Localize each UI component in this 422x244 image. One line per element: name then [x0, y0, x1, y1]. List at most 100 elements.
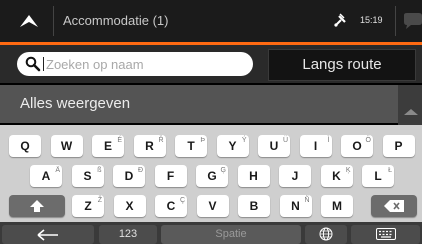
gps-satellite-icon — [334, 13, 346, 27]
key-x[interactable]: X — [113, 195, 146, 217]
key-label: A — [41, 169, 51, 183]
key-accent-hint: Ž — [97, 197, 102, 204]
scroll-up-button[interactable] — [400, 87, 422, 123]
along-route-button[interactable]: Langs route — [268, 49, 416, 81]
key-label: F — [166, 169, 175, 183]
speech-bubble-icon — [404, 13, 422, 29]
key-accent-hint: Ģ — [220, 167, 226, 174]
key-label: P — [394, 139, 403, 153]
key-label: V — [208, 199, 217, 213]
key-l[interactable]: LŁ — [362, 165, 394, 187]
key-t[interactable]: TÞ — [175, 135, 207, 157]
key-v[interactable]: V — [196, 195, 229, 217]
key-label: B — [249, 199, 259, 213]
shift-key[interactable] — [9, 195, 65, 217]
key-accent-hint: Ö — [365, 137, 371, 144]
page-title: Accommodatie (1) — [63, 13, 169, 28]
key-accent-hint: Ä — [55, 167, 60, 174]
divider — [395, 6, 396, 36]
key-label: E — [103, 139, 112, 153]
scroll-up-icon — [404, 109, 418, 115]
key-label: O — [352, 139, 362, 153]
key-g[interactable]: GĢ — [196, 165, 228, 187]
key-h[interactable]: H — [237, 165, 270, 187]
key-label: H — [249, 169, 258, 183]
key-label: T — [187, 139, 195, 153]
numbers-key[interactable]: 123 — [99, 225, 157, 244]
key-f[interactable]: F — [154, 165, 187, 187]
key-accent-hint: Ł — [388, 167, 392, 174]
text-caret — [43, 57, 44, 71]
key-label: S — [83, 169, 92, 183]
key-accent-hint: Ç — [179, 197, 185, 204]
hide-keyboard-button[interactable] — [2, 225, 94, 244]
backspace-key[interactable] — [371, 195, 417, 217]
key-j[interactable]: J — [279, 165, 311, 187]
key-accent-hint: ß — [97, 167, 102, 174]
messages-button[interactable] — [402, 12, 422, 30]
key-r[interactable]: RŘ — [133, 135, 166, 157]
language-key[interactable] — [305, 225, 347, 244]
keyboard-switch-key[interactable] — [351, 225, 420, 244]
search-box[interactable] — [17, 52, 253, 76]
key-label: Z — [84, 199, 92, 213]
key-e[interactable]: EÉ — [92, 135, 124, 157]
key-label: K — [332, 169, 341, 183]
key-accent-hint: Ü — [282, 137, 288, 144]
key-o[interactable]: OÖ — [341, 135, 373, 157]
keyboard-icon — [375, 228, 396, 240]
search-row: Langs route — [0, 45, 422, 83]
list-item[interactable]: Alles weergeven — [0, 85, 398, 123]
key-label: X — [125, 199, 134, 213]
key-k[interactable]: KĶ — [320, 165, 353, 187]
key-accent-hint: Ñ — [304, 197, 310, 204]
backspace-icon — [384, 200, 404, 212]
key-q[interactable]: Q — [9, 135, 41, 157]
space-key[interactable]: Spatie — [161, 225, 301, 244]
shift-icon — [30, 200, 44, 212]
key-label: D — [124, 169, 134, 183]
key-label: N — [291, 199, 300, 213]
key-u[interactable]: UÜ — [258, 135, 290, 157]
key-label: L — [374, 169, 382, 183]
clock: 15:19 — [360, 15, 383, 25]
key-y[interactable]: YÝ — [216, 135, 249, 157]
back-button[interactable] — [18, 10, 40, 32]
key-c[interactable]: CÇ — [155, 195, 187, 217]
key-d[interactable]: DÐ — [113, 165, 145, 187]
key-label: C — [166, 199, 176, 213]
key-accent-hint: Ř — [158, 137, 164, 144]
globe-icon — [319, 227, 333, 241]
key-label: U — [269, 139, 279, 153]
key-accent-hint: Ý — [241, 137, 247, 144]
key-m[interactable]: M — [321, 195, 353, 217]
key-i[interactable]: IÌ — [299, 135, 332, 157]
key-w[interactable]: W — [50, 135, 83, 157]
key-label: R — [145, 139, 154, 153]
key-accent-hint: Þ — [200, 137, 205, 144]
key-p[interactable]: P — [382, 135, 415, 157]
key-label: Y — [228, 139, 237, 153]
search-input[interactable] — [46, 54, 246, 74]
key-label: J — [291, 169, 299, 183]
key-s[interactable]: Sß — [71, 165, 104, 187]
key-label: W — [60, 139, 73, 153]
key-a[interactable]: AÄ — [30, 165, 62, 187]
key-label: Q — [20, 139, 30, 153]
gps-status — [332, 13, 348, 29]
key-accent-hint: Ķ — [345, 167, 351, 174]
left-arrow-icon — [37, 229, 58, 241]
key-label: M — [332, 199, 342, 213]
divider — [53, 6, 54, 36]
key-b[interactable]: B — [238, 195, 270, 217]
up-arrow-icon — [20, 15, 38, 27]
title-bar: Accommodatie (1) 15:19 — [0, 0, 422, 42]
key-accent-hint: Ð — [137, 167, 143, 174]
key-label: I — [313, 139, 318, 153]
key-accent-hint: Ì — [327, 137, 330, 144]
key-label: G — [207, 169, 217, 183]
key-z[interactable]: ZŽ — [72, 195, 104, 217]
magnifier-icon — [25, 56, 41, 72]
key-n[interactable]: NÑ — [279, 195, 312, 217]
key-accent-hint: É — [117, 137, 122, 144]
